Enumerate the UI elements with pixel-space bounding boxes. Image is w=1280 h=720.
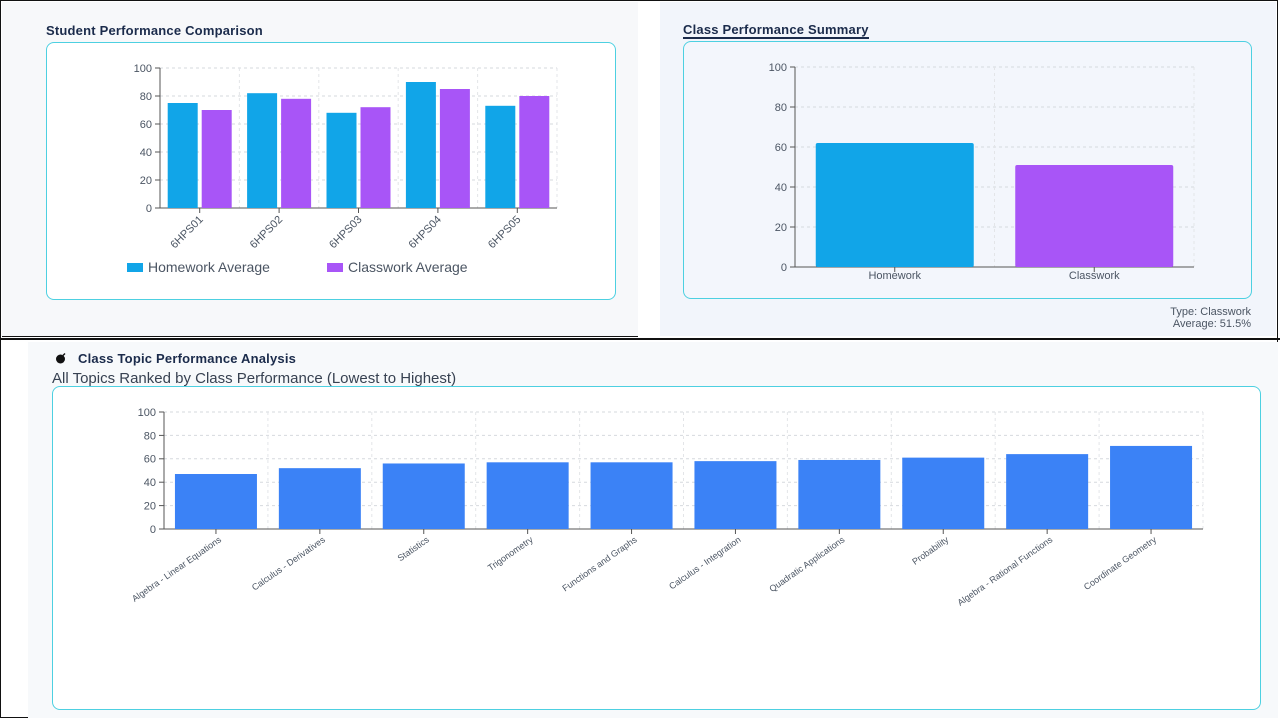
y-tick-label: 40 <box>144 477 156 489</box>
topic-bar <box>382 463 465 529</box>
x-tick-label: Algebra - Linear Equations <box>130 534 223 604</box>
x-tick-label: Probability <box>910 534 951 567</box>
topic-bar <box>798 459 881 529</box>
y-tick-label: 100 <box>138 407 156 419</box>
x-tick-label: Functions and Graphs <box>560 534 639 593</box>
y-tick-label: 0 <box>150 524 156 536</box>
x-tick-label: Calculus - Derivatives <box>250 534 327 592</box>
topic-bar <box>174 474 257 529</box>
topic-bar <box>1006 454 1089 529</box>
x-tick-label: Statistics <box>396 534 432 563</box>
x-tick-label: Coordinate Geometry <box>1082 534 1159 592</box>
topic-bar <box>486 462 569 529</box>
topic-bar <box>1110 445 1193 529</box>
x-tick-label: Quadratic Applications <box>767 534 847 594</box>
y-tick-label: 60 <box>144 454 156 466</box>
x-tick-label: Trigonometry <box>486 534 535 573</box>
topic-bar <box>694 461 777 529</box>
x-tick-label: Algebra - Rational Functions <box>956 534 1055 608</box>
topic-performance-chart: 0 20 40 60 80 100 Algebra - Linear Equations Ca… <box>130 407 1204 608</box>
topic-bar <box>590 462 673 529</box>
topic-bar <box>278 468 361 529</box>
y-tick-label: 80 <box>144 430 156 442</box>
x-tick-label: Calculus - Integration <box>667 534 742 591</box>
topic-bar <box>902 457 985 529</box>
y-tick-label: 20 <box>144 500 156 512</box>
